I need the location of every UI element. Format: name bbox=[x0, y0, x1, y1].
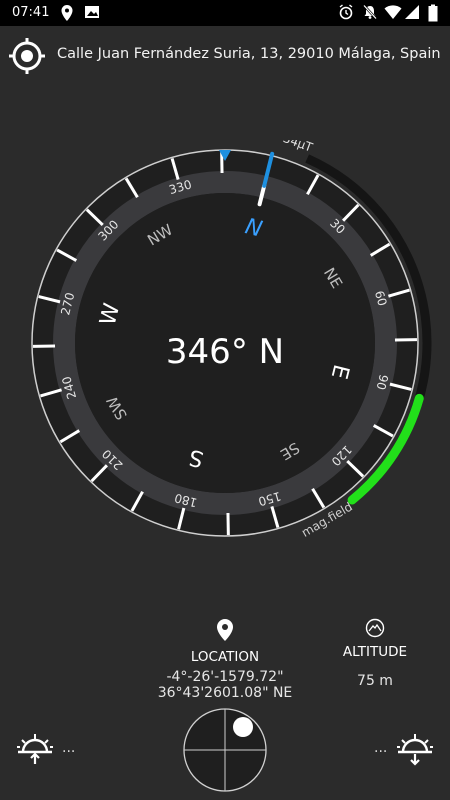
address-bar: Calle Juan Fernández Suria, 13, 29010 Má… bbox=[0, 30, 450, 82]
status-time: 07:41 bbox=[12, 5, 50, 20]
altitude-panel: ALTITUDE 75 m bbox=[325, 618, 425, 689]
mag-field-value: 34µT bbox=[281, 140, 315, 155]
level-bubble bbox=[233, 717, 253, 737]
battery-icon bbox=[428, 4, 438, 22]
sunset-time: ... bbox=[374, 740, 388, 756]
wifi-icon bbox=[384, 5, 402, 19]
sunset-icon[interactable] bbox=[395, 730, 435, 766]
bubble-level bbox=[183, 708, 267, 792]
compass-dial: 306090120150180210240270300330 NNEESESSW… bbox=[31, 131, 432, 540]
address-text: Calle Juan Fernández Suria, 13, 29010 Má… bbox=[57, 46, 441, 62]
heading-readout: 346° N bbox=[166, 332, 284, 372]
compass: 30 60 90 120 150 180 210 240 270 300 330 N NE E SE S SW… bbox=[0, 131, 450, 560]
latitude-value: 36°43'2601.08" NE bbox=[157, 685, 293, 701]
altitude-value: 75 m bbox=[357, 673, 393, 689]
location-label: LOCATION bbox=[190, 649, 260, 665]
notifications-off-icon bbox=[363, 4, 377, 20]
mountain-icon bbox=[365, 618, 385, 638]
sunrise-time: ... bbox=[62, 740, 76, 756]
location-icon bbox=[61, 5, 73, 21]
my-location-icon[interactable] bbox=[8, 37, 46, 75]
alarm-icon bbox=[339, 4, 353, 20]
sunrise-icon[interactable] bbox=[15, 730, 55, 766]
image-icon bbox=[85, 6, 99, 18]
altitude-label: ALTITUDE bbox=[342, 644, 408, 660]
longitude-value: -4°-26'-1579.72" bbox=[166, 669, 284, 685]
location-panel: LOCATION -4°-26'-1579.72" 36°43'2601.08"… bbox=[150, 618, 300, 701]
signal-icon bbox=[405, 5, 419, 19]
location-pin-icon bbox=[217, 619, 233, 641]
status-bar: 07:41 bbox=[0, 0, 450, 26]
